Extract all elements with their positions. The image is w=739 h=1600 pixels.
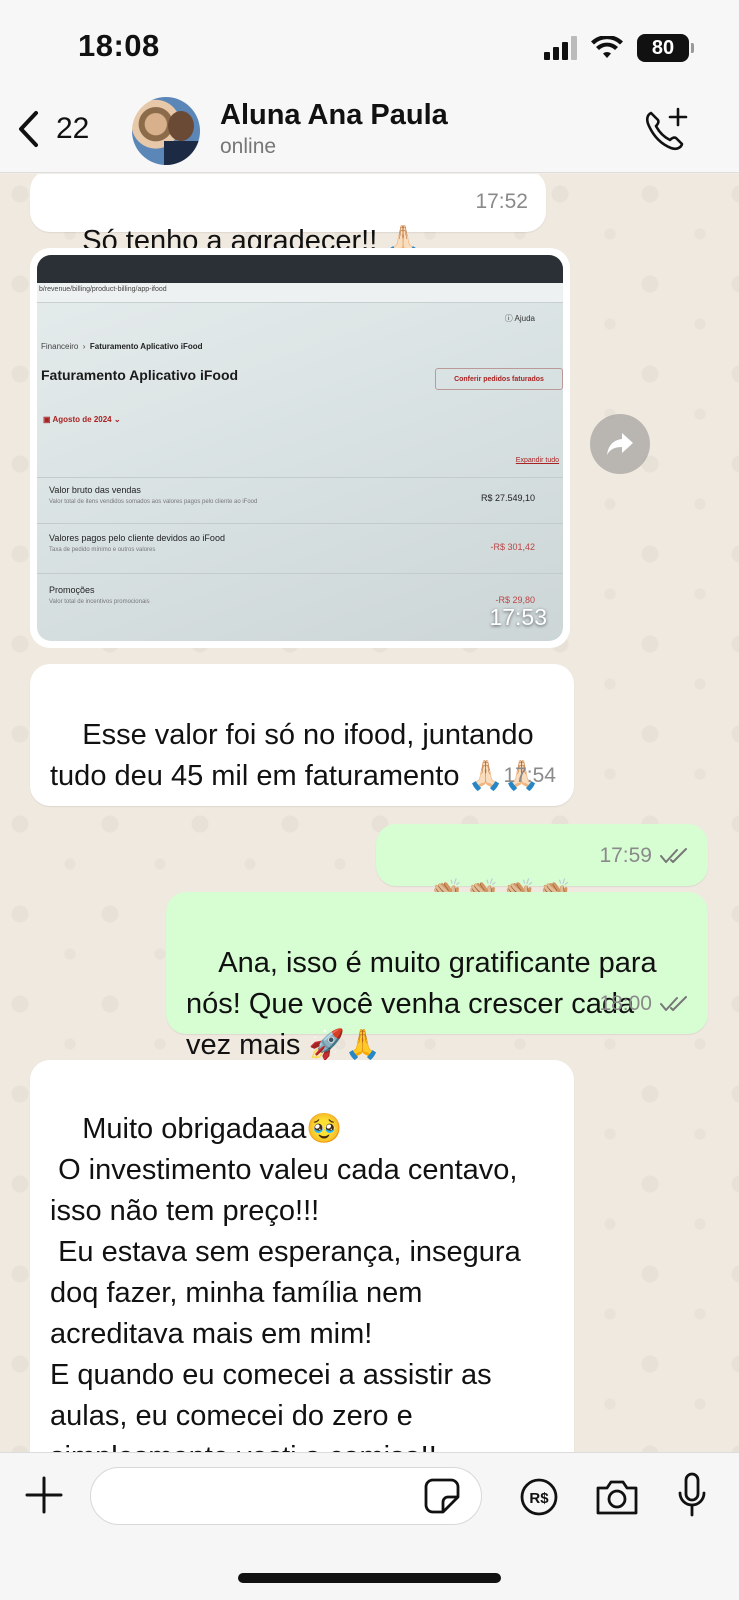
read-ticks-icon — [660, 847, 687, 863]
message-time: 17:52 — [475, 190, 528, 213]
message-meta: 17:59 — [599, 835, 690, 876]
image-row-sub: Valor total de itens vendidos somados ao… — [49, 499, 258, 505]
message-time: 17:53 — [489, 604, 547, 630]
image-action-button: Conferir pedidos faturados — [435, 368, 563, 390]
message-bubble-incoming[interactable]: Muito obrigadaaa🥹 O investimento valeu c… — [30, 1060, 574, 1452]
forward-arrow-icon — [607, 433, 633, 455]
image-row-sub: Taxa de pedido mínimo e outros valores — [49, 547, 156, 553]
message-bubble-incoming[interactable]: Esse valor foi só no ifood, juntando tud… — [30, 664, 574, 806]
chevron-left-icon — [19, 111, 38, 147]
chat-header: 22 Aluna Ana Paula online — [0, 95, 739, 173]
chat-area[interactable]: Só tenho a agradecer!! 🙏🏻 17:52 b/revenu… — [0, 174, 739, 1452]
image-breadcrumb: Financeiro › Faturamento Aplicativo iFoo… — [41, 342, 203, 351]
read-ticks-icon — [660, 995, 687, 1011]
image-row-label: Promoções — [49, 585, 95, 595]
message-time: 17:54 — [503, 764, 556, 787]
payment-button[interactable]: R$ — [519, 1477, 559, 1522]
cellular-signal-icon — [544, 36, 577, 60]
message-meta: 18:00 — [599, 983, 690, 1024]
message-text: Muito obrigadaaa🥹 O investimento valeu c… — [50, 1113, 521, 1452]
microphone-icon — [678, 1472, 706, 1517]
image-expand-link: Expandir tudo — [515, 457, 559, 464]
forward-button[interactable] — [590, 414, 650, 474]
image-page-title: Faturamento Aplicativo iFood — [41, 367, 239, 383]
avatar[interactable] — [132, 97, 200, 165]
home-indicator[interactable] — [238, 1573, 501, 1583]
message-text: Esse valor foi só no ifood, juntando tud… — [50, 719, 542, 792]
back-button[interactable]: 22 — [16, 109, 89, 149]
image-row-label: Valores pagos pelo cliente devidos ao iF… — [49, 533, 225, 543]
battery-level: 80 — [651, 36, 675, 59]
message-bubble-outgoing[interactable]: 👏🏼👏🏼👏🏼👏🏼 17:59 — [376, 824, 708, 911]
ifood-billing-screenshot: b/revenue/billing/product-billing/app-if… — [37, 255, 563, 641]
image-message[interactable]: b/revenue/billing/product-billing/app-if… — [30, 248, 570, 648]
add-call-button[interactable] — [643, 107, 689, 158]
image-url-text: b/revenue/billing/product-billing/app-if… — [39, 286, 167, 293]
message-time: 18:00 — [599, 992, 652, 1015]
image-row-sub: Valor total de incentivos promocionais — [49, 599, 150, 605]
contact-name[interactable]: Aluna Ana Paula — [220, 99, 448, 132]
svg-text:R$: R$ — [529, 1490, 549, 1507]
wifi-icon — [591, 36, 623, 58]
message-bubble-incoming[interactable]: Só tenho a agradecer!! 🙏🏻 17:52 — [30, 174, 546, 257]
camera-icon — [596, 1480, 638, 1515]
voice-message-button[interactable] — [676, 1471, 708, 1524]
attach-button[interactable] — [24, 1475, 64, 1520]
contact-status: online — [220, 135, 277, 158]
status-icons: 80 — [544, 34, 694, 62]
phone-add-icon — [645, 107, 688, 151]
message-time: 17:59 — [599, 844, 652, 867]
image-row-value: R$ 27.549,10 — [480, 493, 535, 503]
message-text: Ana, isso é muito gratificante para nós!… — [186, 947, 665, 1061]
image-month: ▣ Agosto de 2024 ⌄ — [43, 415, 121, 424]
status-bar: 18:08 80 — [0, 0, 739, 95]
sticker-button[interactable] — [423, 1477, 461, 1520]
camera-button[interactable] — [594, 1477, 640, 1522]
image-help-text: ⓘ Ajuda — [504, 314, 535, 323]
unread-count: 22 — [56, 112, 90, 145]
battery-icon: 80 — [637, 34, 694, 62]
plus-icon — [25, 1476, 63, 1514]
message-bubble-outgoing[interactable]: Ana, isso é muito gratificante para nós!… — [166, 892, 708, 1061]
status-time: 18:08 — [78, 28, 160, 63]
sticker-icon — [424, 1478, 460, 1514]
pix-payment-icon: R$ — [520, 1478, 558, 1516]
image-row-label: Valor bruto das vendas — [49, 485, 141, 495]
image-row-value: -R$ 301,42 — [490, 542, 535, 552]
